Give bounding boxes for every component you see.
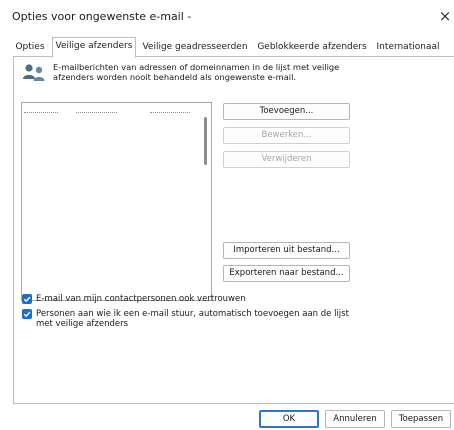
- safe-senders-list[interactable]: [21, 102, 212, 301]
- import-button[interactable]: Importeren uit bestand...: [223, 242, 350, 259]
- people-icon: [22, 62, 46, 84]
- tab-veilige-afzenders[interactable]: Veilige afzenders: [52, 37, 136, 58]
- window-title: Opties voor ongewenste e-mail -: [12, 10, 192, 23]
- tab-internationaal[interactable]: Internationaal: [375, 39, 441, 56]
- checkmark-icon: [23, 296, 31, 303]
- close-icon[interactable]: ×: [436, 6, 454, 26]
- export-button[interactable]: Exporteren naar bestand...: [223, 265, 350, 282]
- auto-add-recipients-checkbox[interactable]: [22, 309, 32, 319]
- apply-button[interactable]: Toepassen: [391, 410, 451, 428]
- tab-geblokkeerde-afzenders[interactable]: Geblokkeerde afzenders: [255, 39, 369, 56]
- trust-contacts-label: E-mail van mijn contactpersonen ook vert…: [36, 294, 246, 304]
- trust-contacts-checkbox[interactable]: [22, 294, 32, 304]
- remove-button[interactable]: Verwijderen: [223, 151, 350, 168]
- auto-add-recipients-label: Personen aan wie ik een e-mail stuur, au…: [36, 309, 349, 329]
- edit-button[interactable]: Bewerken...: [223, 127, 350, 144]
- cancel-button[interactable]: Annuleren: [325, 410, 385, 428]
- add-button[interactable]: Toevoegen...: [223, 103, 350, 120]
- tab-opties[interactable]: Opties: [14, 39, 46, 56]
- junk-email-options-dialog: Opties voor ongewenste e-mail - × Opties…: [0, 0, 454, 430]
- ok-button[interactable]: OK: [259, 410, 319, 428]
- checkmark-icon: [23, 311, 31, 318]
- title-bar: Opties voor ongewenste e-mail - ×: [0, 0, 454, 34]
- vertical-scrollbar[interactable]: [202, 103, 211, 300]
- info-text: E-mailberichten van adressen of domeinna…: [53, 62, 340, 82]
- scrollbar-thumb[interactable]: [204, 117, 207, 165]
- tab-veilige-geadresseerden[interactable]: Veilige geadresseerden: [140, 39, 250, 56]
